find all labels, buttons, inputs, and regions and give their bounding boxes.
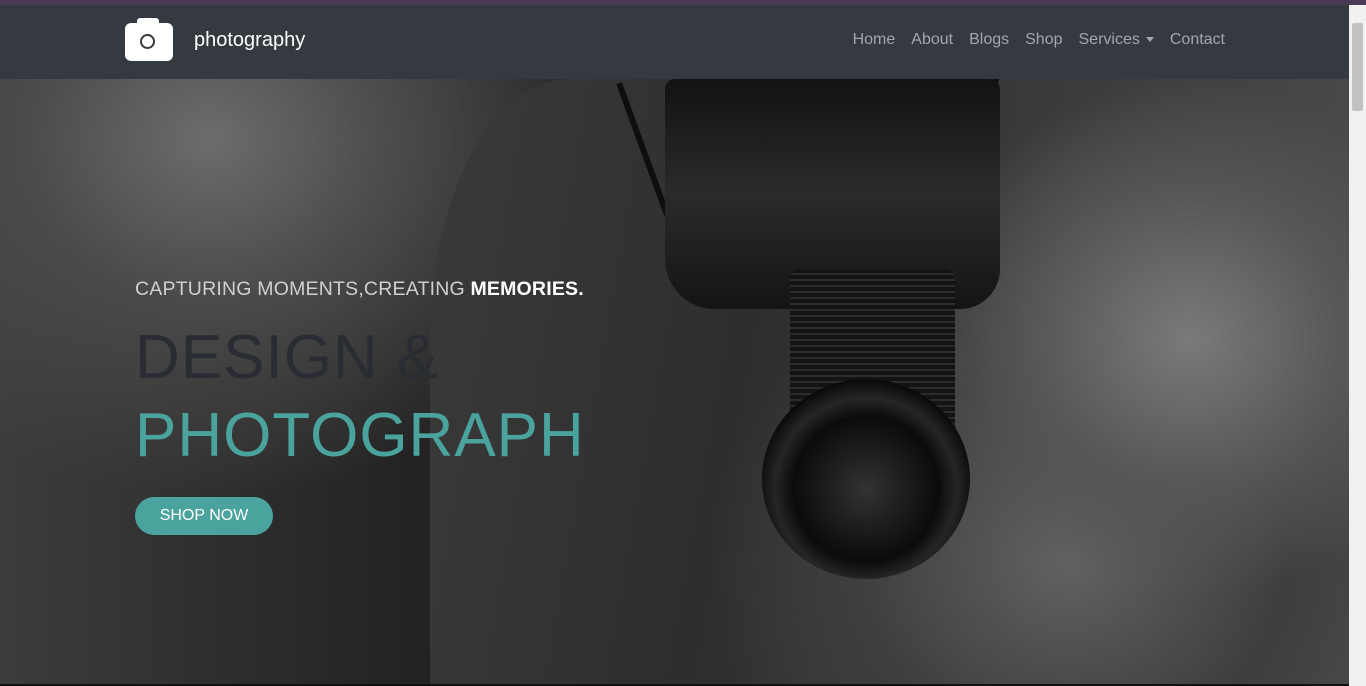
hero-title-line2: PHOTOGRAPH — [135, 401, 585, 470]
navbar: photography Home About Blogs Shop Servic… — [0, 5, 1349, 79]
brand-name[interactable]: photography — [194, 29, 305, 52]
nav-home[interactable]: Home — [853, 31, 896, 49]
nav-blogs[interactable]: Blogs — [969, 31, 1009, 49]
nav-menu: Home About Blogs Shop Services Contact — [853, 31, 1225, 49]
shop-now-button[interactable]: SHOP NOW — [135, 497, 273, 535]
nav-services-label: Services — [1078, 31, 1140, 48]
page-scrollbar[interactable] — [1349, 5, 1366, 686]
nav-shop[interactable]: Shop — [1025, 31, 1062, 49]
hero-title-line1: DESIGN & — [135, 323, 440, 392]
nav-contact[interactable]: Contact — [1170, 31, 1225, 49]
hero-banner: CAPTURING MOMENTS,CREATING MEMORIES. DES… — [0, 79, 1349, 686]
hero-tagline-prefix: CAPTURING MOMENTS,CREATING — [135, 278, 471, 300]
nav-services-dropdown[interactable]: Services — [1079, 31, 1154, 49]
camera-icon[interactable] — [125, 18, 173, 61]
scrollbar-thumb[interactable] — [1352, 23, 1363, 111]
camera-lens-front-image — [762, 379, 970, 579]
caret-down-icon — [1145, 37, 1154, 43]
camera-icon-top — [137, 18, 159, 26]
hero-tagline-highlight: MEMORIES. — [470, 278, 584, 300]
hero-tagline: CAPTURING MOMENTS,CREATING MEMORIES. — [135, 278, 584, 301]
camera-icon-lens — [140, 34, 155, 49]
nav-about[interactable]: About — [911, 31, 953, 49]
